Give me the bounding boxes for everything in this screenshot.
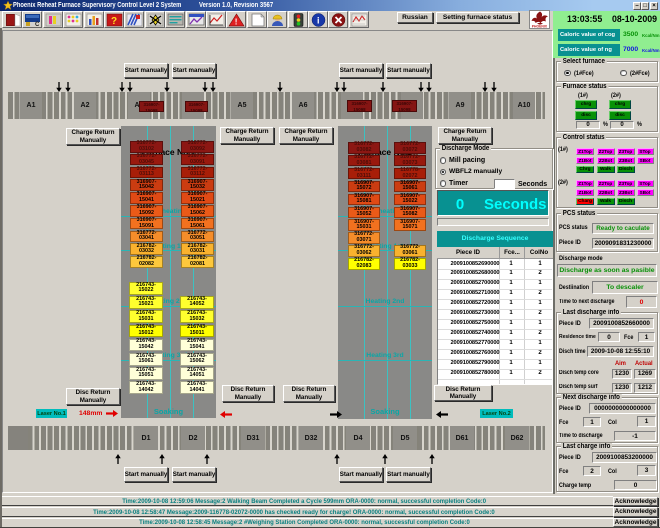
svg-text:PHOENIX: PHOENIX <box>532 25 548 29</box>
svg-text:?: ? <box>111 16 117 27</box>
svg-text:!: ! <box>235 18 238 27</box>
svg-text:i: i <box>317 16 320 26</box>
svg-text:C: C <box>35 22 40 27</box>
